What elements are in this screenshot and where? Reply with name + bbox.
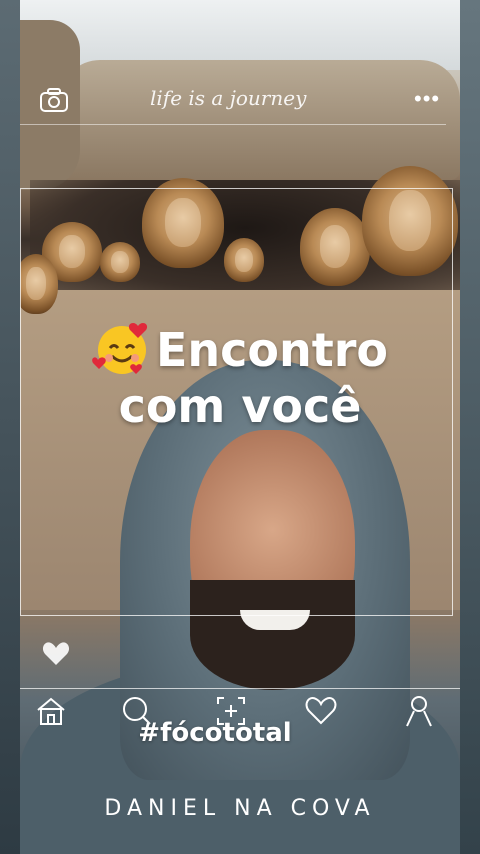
header-script-text: life is a journey — [150, 86, 307, 110]
hashtag-text: #fócototal — [138, 718, 292, 748]
title-text-1: Encontro — [155, 323, 389, 377]
divider-top — [20, 124, 446, 125]
divider-bottom — [20, 688, 460, 689]
smiling-face-with-hearts-icon — [92, 323, 148, 374]
title-line-1: Encontro — [0, 318, 480, 378]
overlay-title: Encontro com você — [0, 318, 480, 434]
rock-formation — [60, 60, 460, 180]
title-text-2: com você — [118, 379, 362, 433]
like-heart-icon[interactable] — [42, 640, 70, 666]
camera-icon[interactable] — [40, 88, 68, 112]
more-dots-icon[interactable]: ••• — [414, 88, 442, 110]
footer-title: DANIEL NA COVA — [104, 796, 376, 821]
story-screen: life is a journey ••• Encontro com você — [0, 0, 480, 854]
